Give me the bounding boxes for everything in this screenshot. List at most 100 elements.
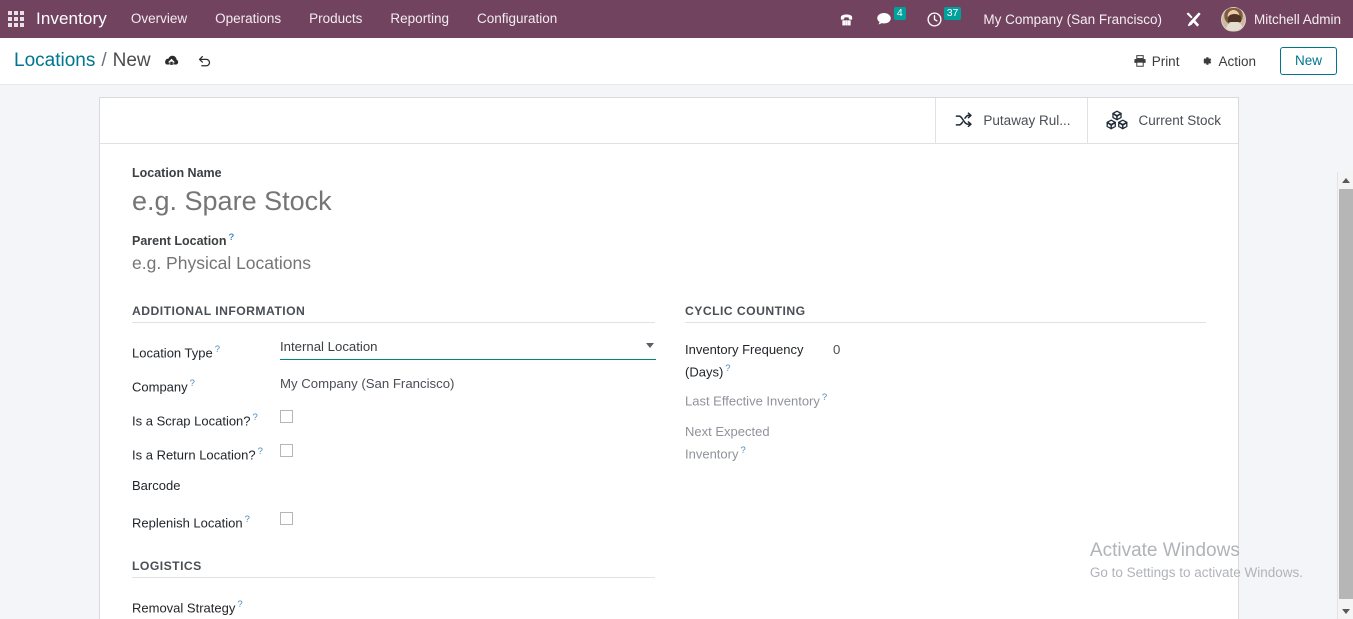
barcode-input[interactable]: [280, 471, 655, 476]
help-icon-inventory-frequency[interactable]: ?: [723, 363, 730, 374]
company-value: My Company (San Francisco): [280, 369, 655, 393]
navbar-systray: 4 37 My Company (San Francisco) Mitc: [828, 0, 1345, 38]
help-icon-scrap-location[interactable]: ?: [251, 412, 258, 423]
inventory-frequency-label-text: Inventory Frequency (Days): [685, 342, 804, 379]
top-navbar: Inventory Overview Operations Products R…: [0, 0, 1353, 38]
content-area: Putaway Rul... Current Stock: [0, 86, 1353, 619]
barcode-label: Barcode: [132, 471, 280, 495]
app-brand-inventory[interactable]: Inventory: [32, 9, 117, 29]
return-location-checkbox[interactable]: [280, 444, 293, 457]
replenish-location-label-text: Replenish Location: [132, 515, 243, 530]
apps-menu-button[interactable]: [0, 0, 32, 38]
replenish-location-checkbox[interactable]: [280, 512, 293, 525]
clock-icon: [926, 11, 943, 28]
scrollbar-up-button[interactable]: [1338, 172, 1353, 188]
breadcrumb-current-record: New: [113, 50, 151, 72]
active-company-selector[interactable]: My Company (San Francisco): [971, 12, 1174, 27]
help-icon-return-location[interactable]: ?: [256, 446, 263, 457]
group-title-logistics: LOGISTICS: [132, 559, 655, 578]
shuffle-icon: [953, 111, 974, 130]
help-icon-parent-location[interactable]: ?: [226, 232, 234, 243]
field-row-inventory-frequency: Inventory Frequency (Days)? 0: [685, 335, 1206, 381]
breadcrumb: Locations / New: [14, 50, 213, 72]
printer-icon: [1133, 54, 1147, 68]
location-name-label: Location Name: [132, 166, 1206, 180]
last-effective-inventory-label-text: Last Effective Inventory: [685, 394, 820, 409]
user-menu-button[interactable]: Mitchell Admin: [1213, 7, 1345, 32]
stat-button-putaway-rules[interactable]: Putaway Rul...: [935, 98, 1087, 143]
form-body: Location Name Parent Location? ADDITIONA…: [100, 144, 1238, 619]
return-location-label: Is a Return Location??: [132, 437, 280, 464]
cloud-upload-icon: [163, 54, 180, 68]
help-icon-removal-strategy[interactable]: ?: [235, 599, 242, 610]
breadcrumb-locations-link[interactable]: Locations: [14, 50, 95, 72]
removal-strategy-label: Removal Strategy?: [132, 590, 280, 617]
removal-strategy-label-text: Removal Strategy: [132, 600, 235, 615]
control-panel: Locations / New: [0, 38, 1353, 85]
action-label: Action: [1218, 54, 1256, 69]
help-icon-location-type[interactable]: ?: [213, 344, 220, 355]
parent-location-label: Parent Location?: [132, 232, 1206, 248]
next-expected-inventory-label-text: Next Expected Inventory: [685, 424, 770, 461]
help-icon-company[interactable]: ?: [188, 378, 195, 389]
field-row-company: Company? My Company (San Francisco): [132, 369, 655, 401]
print-label: Print: [1152, 54, 1180, 69]
scrap-location-checkbox[interactable]: [280, 410, 293, 423]
last-effective-inventory-label: Last Effective Inventory?: [685, 383, 833, 410]
group-title-cyclic-counting: CYCLIC COUNTING: [685, 304, 1206, 323]
voip-dialpad-button[interactable]: [828, 0, 865, 38]
action-menu-button[interactable]: Action: [1189, 50, 1266, 73]
menu-item-overview[interactable]: Overview: [117, 0, 201, 38]
menu-item-reporting[interactable]: Reporting: [376, 0, 463, 38]
location-name-input[interactable]: [132, 182, 692, 220]
next-expected-inventory-label: Next Expected Inventory?: [685, 417, 795, 463]
breadcrumb-separator: /: [95, 50, 112, 72]
undo-icon: [196, 53, 213, 69]
scrollbar-down-button[interactable]: [1338, 603, 1353, 619]
activities-counter-badge: 37: [944, 7, 962, 20]
form-columns: ADDITIONAL INFORMATION Location Type? In…: [132, 304, 1206, 619]
location-type-select[interactable]: Internal Location: [280, 339, 656, 354]
menu-item-configuration[interactable]: Configuration: [463, 0, 571, 38]
menu-item-products[interactable]: Products: [295, 0, 376, 38]
field-row-location-type: Location Type? Internal Location: [132, 335, 655, 367]
next-expected-inventory-value: [795, 417, 1206, 422]
right-column: CYCLIC COUNTING Inventory Frequency (Day…: [685, 304, 1206, 619]
menu-item-operations[interactable]: Operations: [201, 0, 295, 38]
odoo-inventory-location-form: Inventory Overview Operations Products R…: [0, 0, 1353, 619]
discard-record-button[interactable]: [196, 53, 213, 69]
cubes-icon: [1105, 110, 1129, 131]
chevron-up-icon: [1342, 178, 1350, 183]
debug-tools-button[interactable]: [1174, 0, 1213, 38]
messages-button[interactable]: 4: [865, 0, 916, 38]
scrap-location-label: Is a Scrap Location??: [132, 403, 280, 430]
company-label: Company?: [132, 369, 280, 396]
stat-button-putaway-rules-label: Putaway Rul...: [983, 113, 1070, 128]
last-effective-inventory-value: [833, 383, 1206, 388]
inventory-frequency-label: Inventory Frequency (Days)?: [685, 335, 833, 381]
stat-button-current-stock[interactable]: Current Stock: [1087, 98, 1238, 143]
help-icon-last-effective-inventory[interactable]: ?: [820, 392, 827, 403]
save-record-button[interactable]: [163, 54, 180, 68]
print-menu-button[interactable]: Print: [1123, 50, 1190, 73]
gear-icon: [1199, 54, 1213, 68]
removal-strategy-value[interactable]: [280, 590, 655, 595]
chevron-down-icon-scroll: [1342, 609, 1350, 614]
form-sheet: Putaway Rul... Current Stock: [99, 97, 1239, 619]
group-title-additional-information: ADDITIONAL INFORMATION: [132, 304, 655, 323]
field-row-last-effective-inventory: Last Effective Inventory?: [685, 383, 1206, 415]
company-label-text: Company: [132, 379, 188, 394]
vertical-scrollbar[interactable]: [1337, 172, 1353, 619]
tools-icon: [1184, 10, 1203, 29]
field-row-next-expected-inventory: Next Expected Inventory?: [685, 417, 1206, 463]
help-icon-next-expected-inventory[interactable]: ?: [738, 445, 745, 456]
inventory-frequency-input[interactable]: 0: [833, 335, 1206, 359]
scrollbar-thumb[interactable]: [1339, 189, 1353, 599]
field-row-scrap-location: Is a Scrap Location??: [132, 403, 655, 435]
parent-location-input[interactable]: [132, 250, 582, 276]
parent-location-group: Parent Location?: [132, 232, 1206, 276]
activities-button[interactable]: 37: [916, 0, 972, 38]
help-icon-replenish-location[interactable]: ?: [243, 514, 250, 525]
new-record-button[interactable]: New: [1280, 47, 1337, 75]
main-menu: Overview Operations Products Reporting C…: [117, 0, 571, 38]
